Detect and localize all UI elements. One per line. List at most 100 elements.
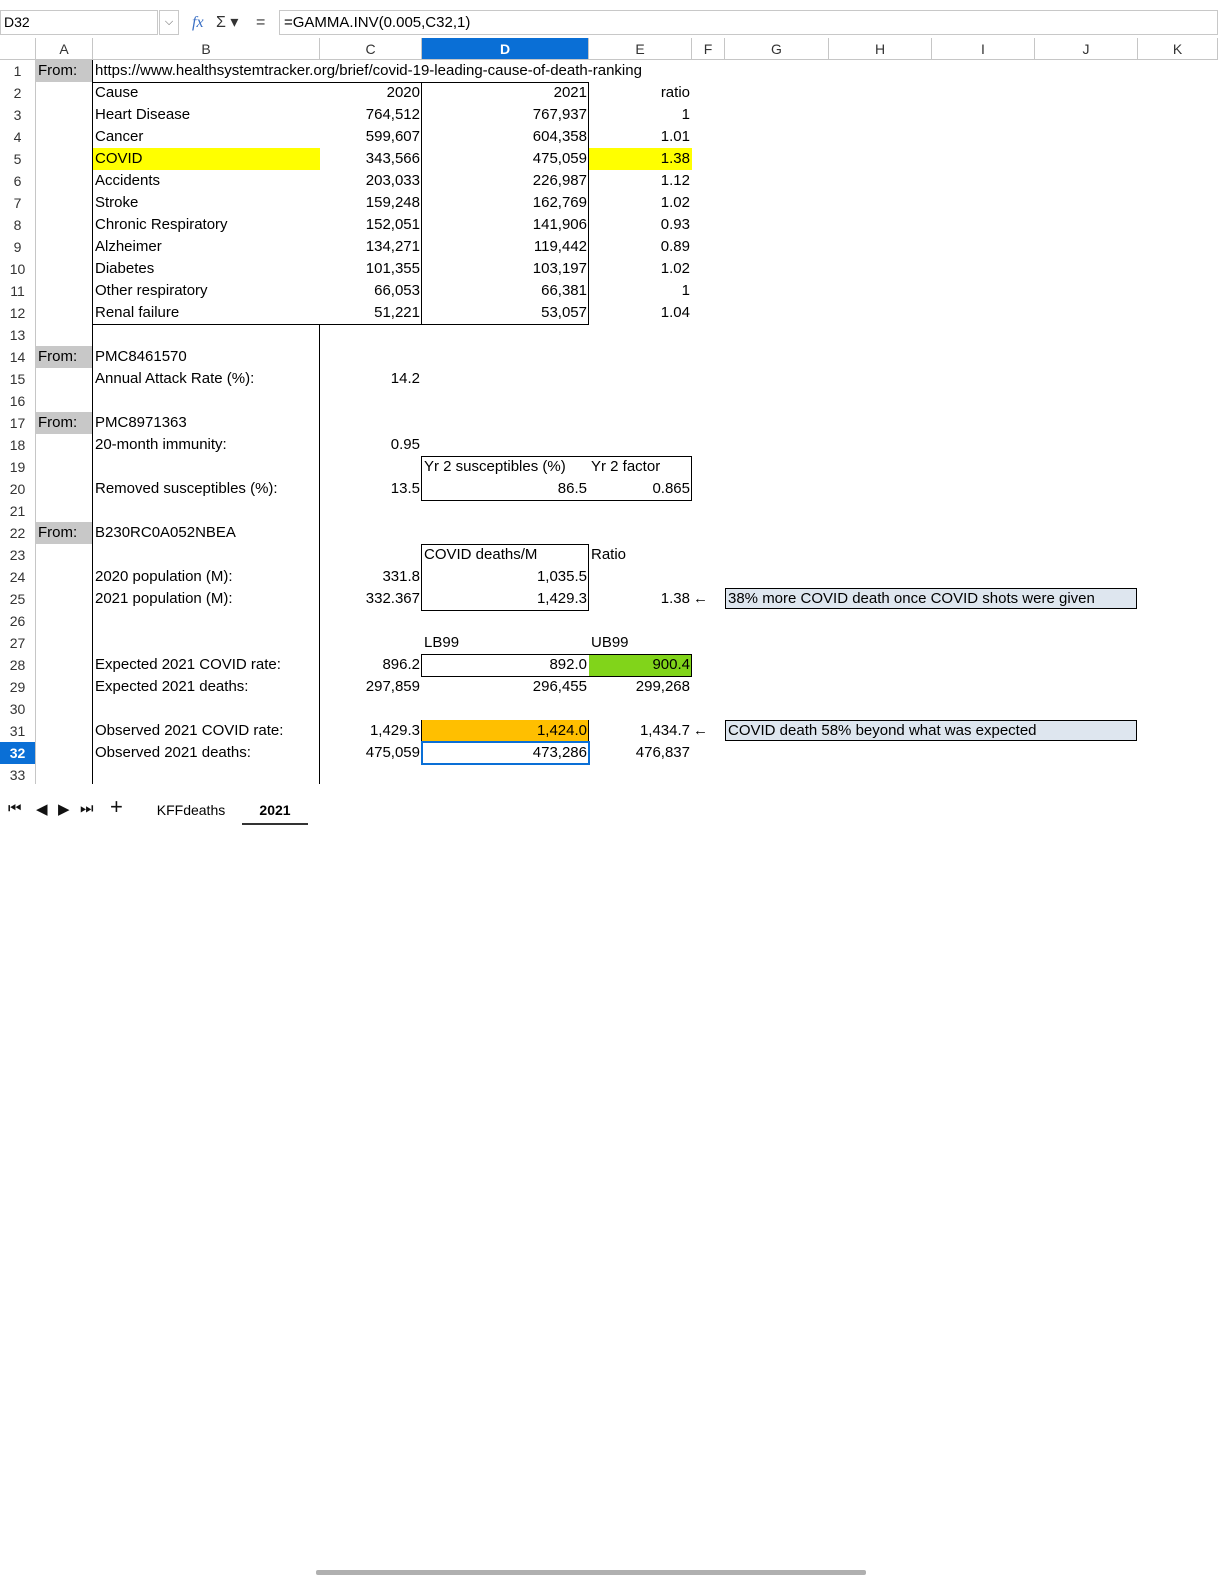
- cell-c15[interactable]: 14.2: [320, 368, 422, 390]
- row-header-12[interactable]: 12: [0, 302, 36, 324]
- column-header-a[interactable]: A: [36, 38, 93, 60]
- cell-c18[interactable]: 0.95: [320, 434, 422, 456]
- row-header-30[interactable]: 30: [0, 698, 36, 720]
- cell-d12[interactable]: 53,057: [422, 302, 589, 324]
- cell-d9[interactable]: 119,442: [422, 236, 589, 258]
- row-header-17[interactable]: 17: [0, 412, 36, 434]
- column-header-c[interactable]: C: [320, 38, 422, 60]
- row-header-19[interactable]: 19: [0, 456, 36, 478]
- cell-c5[interactable]: 343,566: [320, 148, 422, 170]
- row-header-26[interactable]: 26: [0, 610, 36, 632]
- cell-e29[interactable]: 299,268: [589, 676, 692, 698]
- cell-a1[interactable]: From:: [36, 60, 93, 82]
- row-header-21[interactable]: 21: [0, 500, 36, 522]
- row-header-27[interactable]: 27: [0, 632, 36, 654]
- last-sheet-icon[interactable]: ⏭: [80, 800, 94, 817]
- tab-2021[interactable]: 2021: [242, 797, 308, 825]
- row-header-18[interactable]: 18: [0, 434, 36, 456]
- row-header-20[interactable]: 20: [0, 478, 36, 500]
- cell-b18[interactable]: 20-month immunity:: [93, 434, 320, 456]
- row-header-10[interactable]: 10: [0, 258, 36, 280]
- cell-f25[interactable]: ←: [692, 588, 725, 610]
- cell-e4[interactable]: 1.01: [589, 126, 692, 148]
- cell-b2[interactable]: Cause: [93, 82, 320, 104]
- row-header-28[interactable]: 28: [0, 654, 36, 676]
- cell-b1[interactable]: https://www.healthsystemtracker.org/brie…: [93, 60, 644, 82]
- cell-b7[interactable]: Stroke: [93, 192, 320, 214]
- cell-d29[interactable]: 296,455: [422, 676, 589, 698]
- cell-b17[interactable]: PMC8971363: [93, 412, 320, 434]
- column-header-b[interactable]: B: [93, 38, 320, 60]
- cell-e19[interactable]: Yr 2 factor: [589, 456, 692, 478]
- cell-d6[interactable]: 226,987: [422, 170, 589, 192]
- cell-e20[interactable]: 0.865: [589, 478, 692, 500]
- cell-e2[interactable]: ratio: [589, 82, 692, 104]
- cell-c24[interactable]: 331.8: [320, 566, 422, 588]
- row-header-9[interactable]: 9: [0, 236, 36, 258]
- cell-b29[interactable]: Expected 2021 deaths:: [93, 676, 320, 698]
- cell-d10[interactable]: 103,197: [422, 258, 589, 280]
- cell-e3[interactable]: 1: [589, 104, 692, 126]
- row-header-13[interactable]: 13: [0, 324, 36, 346]
- row-header-33[interactable]: 33: [0, 764, 36, 786]
- column-header-i[interactable]: I: [932, 38, 1035, 60]
- cell-d8[interactable]: 141,906: [422, 214, 589, 236]
- cell-b5[interactable]: COVID: [93, 148, 320, 170]
- cell-c28[interactable]: 896.2: [320, 654, 422, 676]
- cell-b8[interactable]: Chronic Respiratory: [93, 214, 320, 236]
- cell-b9[interactable]: Alzheimer: [93, 236, 320, 258]
- cell-e12[interactable]: 1.04: [589, 302, 692, 324]
- cell-a14[interactable]: From:: [36, 346, 93, 368]
- cell-b15[interactable]: Annual Attack Rate (%):: [93, 368, 320, 390]
- row-header-3[interactable]: 3: [0, 104, 36, 126]
- cell-c32[interactable]: 475,059: [320, 742, 422, 764]
- cell-b6[interactable]: Accidents: [93, 170, 320, 192]
- cell-b12[interactable]: Renal failure: [93, 302, 320, 324]
- cell-f31[interactable]: ←: [692, 720, 725, 742]
- horizontal-scrollbar[interactable]: [316, 1570, 866, 1575]
- function-wizard-icon[interactable]: fx: [192, 10, 204, 35]
- cell-e9[interactable]: 0.89: [589, 236, 692, 258]
- row-header-16[interactable]: 16: [0, 390, 36, 412]
- cell-g25[interactable]: 38% more COVID death once COVID shots we…: [725, 588, 1137, 609]
- name-box[interactable]: D32: [0, 10, 158, 35]
- cell-c29[interactable]: 297,859: [320, 676, 422, 698]
- cell-e23[interactable]: Ratio: [589, 544, 692, 566]
- spreadsheet-grid[interactable]: A B C D E F G H I J K 1 2 3 4 5 6 7 8 9 10 11 12 13 14 15 16 17 18 19…: [0, 38, 1218, 786]
- row-header-2[interactable]: 2: [0, 82, 36, 104]
- row-header-22[interactable]: 22: [0, 522, 36, 544]
- cell-a22[interactable]: From:: [36, 522, 93, 544]
- sum-icon[interactable]: Σ ▾: [216, 10, 238, 35]
- cell-c10[interactable]: 101,355: [320, 258, 422, 280]
- column-header-h[interactable]: H: [829, 38, 932, 60]
- cell-b4[interactable]: Cancer: [93, 126, 320, 148]
- cell-e25[interactable]: 1.38: [589, 588, 692, 610]
- cell-d11[interactable]: 66,381: [422, 280, 589, 302]
- cell-c6[interactable]: 203,033: [320, 170, 422, 192]
- cell-e32[interactable]: 476,837: [589, 742, 692, 764]
- formula-input[interactable]: =GAMMA.INV(0.005,C32,1): [279, 10, 1218, 35]
- cell-d19[interactable]: Yr 2 susceptibles (%): [422, 456, 589, 478]
- cell-e11[interactable]: 1: [589, 280, 692, 302]
- cell-a17[interactable]: From:: [36, 412, 93, 434]
- row-header-32[interactable]: 32: [0, 742, 36, 764]
- cell-b3[interactable]: Heart Disease: [93, 104, 320, 126]
- cell-d24[interactable]: 1,035.5: [422, 566, 589, 588]
- cell-d20[interactable]: 86.5: [422, 478, 589, 500]
- cell-b20[interactable]: Removed susceptibles (%):: [93, 478, 320, 500]
- cell-c12[interactable]: 51,221: [320, 302, 422, 324]
- row-header-1[interactable]: 1: [0, 60, 36, 82]
- next-sheet-icon[interactable]: ▶: [58, 800, 70, 818]
- cell-b25[interactable]: 2021 population (M):: [93, 588, 320, 610]
- cell-d4[interactable]: 604,358: [422, 126, 589, 148]
- cell-d2[interactable]: 2021: [422, 82, 589, 104]
- cell-b31[interactable]: Observed 2021 COVID rate:: [93, 720, 320, 742]
- cell-b11[interactable]: Other respiratory: [93, 280, 320, 302]
- row-header-14[interactable]: 14: [0, 346, 36, 368]
- cell-d5[interactable]: 475,059: [422, 148, 589, 170]
- cell-e6[interactable]: 1.12: [589, 170, 692, 192]
- tab-kffdeaths[interactable]: KFFdeaths: [150, 797, 232, 823]
- cell-e31[interactable]: 1,434.7: [589, 720, 692, 742]
- add-sheet-icon[interactable]: +: [110, 794, 123, 820]
- column-header-j[interactable]: J: [1035, 38, 1138, 60]
